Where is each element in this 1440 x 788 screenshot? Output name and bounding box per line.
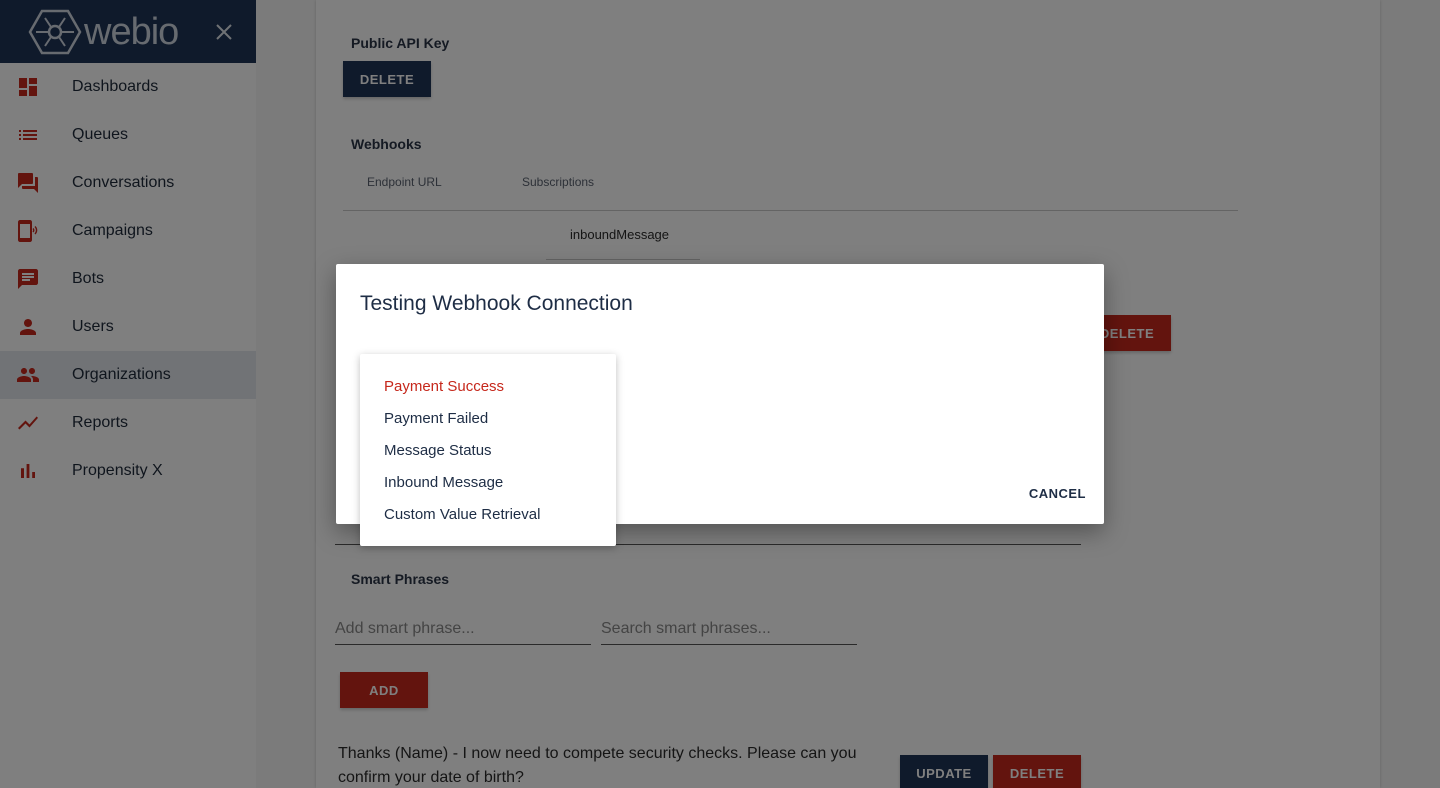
dialog-title: Testing Webhook Connection (360, 292, 633, 315)
menu-item-payment-failed[interactable]: Payment Failed (360, 402, 616, 434)
event-type-menu: Payment Success Payment Failed Message S… (360, 354, 616, 546)
dialog-cancel-button[interactable]: CANCEL (1029, 486, 1086, 501)
menu-item-custom-value-retrieval[interactable]: Custom Value Retrieval (360, 498, 616, 530)
menu-item-payment-success[interactable]: Payment Success (360, 370, 616, 402)
menu-item-inbound-message[interactable]: Inbound Message (360, 466, 616, 498)
menu-item-message-status[interactable]: Message Status (360, 434, 616, 466)
